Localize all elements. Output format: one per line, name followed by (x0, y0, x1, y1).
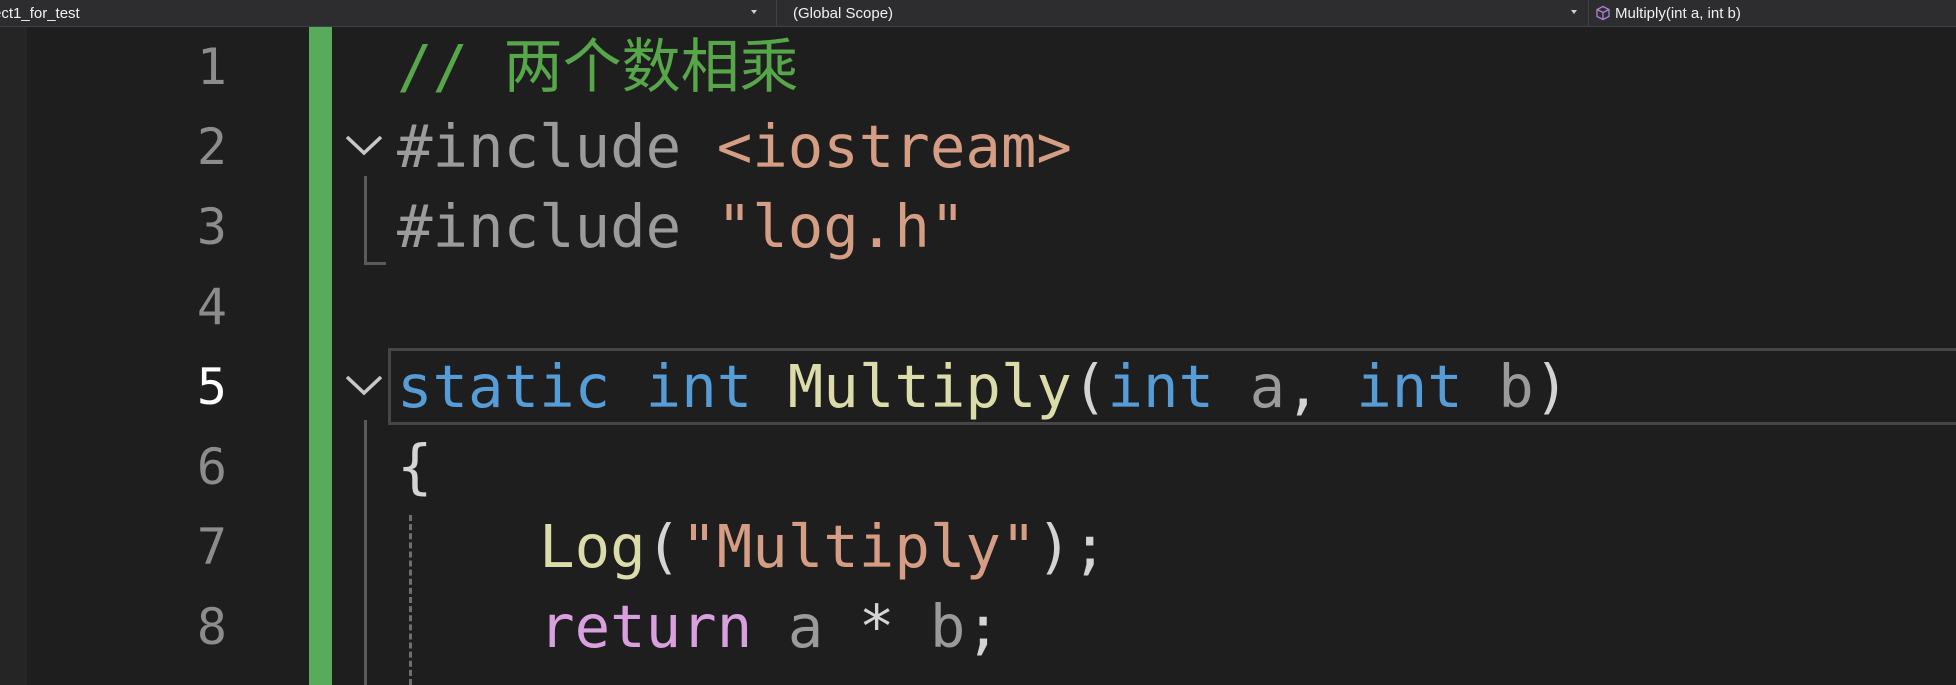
code-line-3[interactable]: #include "log.h" (397, 187, 965, 267)
scope-name: (Global Scope) (793, 4, 894, 22)
project-dropdown[interactable]: ect1_for_test (0, 0, 768, 26)
semicolon: ; (1071, 512, 1108, 581)
paren-open: ( (645, 512, 682, 581)
keyword-return: return (539, 592, 753, 661)
caret-down-icon (751, 10, 757, 14)
param-name: b (1498, 352, 1534, 421)
line-number: 8 (196, 598, 227, 656)
code-line-1[interactable]: // 两个数相乘 (397, 27, 799, 107)
line-number: 4 (196, 278, 227, 336)
code-line-8[interactable]: return a * b; (397, 587, 1001, 667)
line-number: 3 (196, 198, 227, 256)
method-cube-icon (1596, 5, 1610, 21)
caret-down-icon (1571, 10, 1577, 14)
line-number: 6 (196, 438, 227, 496)
member-name: Multiply(int a, int b) (1615, 4, 1741, 22)
change-tracking-bar (309, 27, 332, 685)
function-call: Log (539, 512, 646, 581)
param-type: int (1107, 352, 1215, 421)
param-type: int (1356, 352, 1463, 421)
quote-open: " (716, 192, 753, 261)
paren-close: ) (1533, 352, 1570, 421)
outline-guide-end (364, 262, 386, 265)
keyword-int: int (645, 352, 753, 421)
comment-text: 两个数相乘 (503, 32, 799, 101)
current-line-number: 5 (196, 358, 227, 416)
project-name: ect1_for_test (0, 4, 80, 22)
chevron-down-icon[interactable] (343, 133, 385, 157)
paren-close: ) (1036, 512, 1072, 581)
variable-a: a (787, 592, 824, 661)
code-line-7[interactable]: Log("Multiply"); (397, 507, 1107, 587)
code-editor-window: ect1_for_test (Global Scope) Multiply(in… (0, 0, 1956, 685)
line-number: 7 (196, 518, 227, 576)
outline-guide (364, 420, 367, 685)
indicator-margin (0, 27, 27, 685)
comment-slashes: // (397, 32, 504, 101)
semicolon: ; (965, 592, 1001, 661)
include-header: log.h (752, 192, 930, 261)
line-number: 1 (196, 38, 227, 96)
code-line-5[interactable]: static int Multiply(int a, int b) (397, 347, 1569, 427)
open-brace: { (397, 432, 433, 501)
paren-open: ( (1071, 352, 1108, 421)
comma: , (1285, 352, 1321, 421)
keyword-static: static (397, 352, 611, 421)
chevron-down-icon[interactable] (343, 373, 385, 397)
code-line-6[interactable]: { (397, 427, 433, 507)
string-literal: "Multiply" (681, 512, 1037, 581)
variable-b: b (929, 592, 966, 661)
include-directive: #include (397, 112, 717, 181)
scope-dropdown[interactable]: (Global Scope) (776, 0, 1582, 26)
code-line-2[interactable]: #include <iostream> (397, 107, 1072, 187)
line-number: 2 (196, 118, 227, 176)
param-name: a (1249, 352, 1286, 421)
outline-guide (364, 176, 367, 264)
navigation-bar: ect1_for_test (Global Scope) Multiply(in… (0, 0, 1956, 27)
line-number-gutter: 1 2 3 4 5 6 7 8 (27, 27, 227, 685)
include-header: <iostream> (716, 112, 1072, 181)
quote-close: " (929, 192, 966, 261)
function-name: Multiply (787, 352, 1072, 421)
operator-multiply: * (858, 592, 895, 661)
member-dropdown[interactable]: Multiply(int a, int b) (1588, 0, 1956, 26)
include-directive: #include (397, 192, 717, 261)
